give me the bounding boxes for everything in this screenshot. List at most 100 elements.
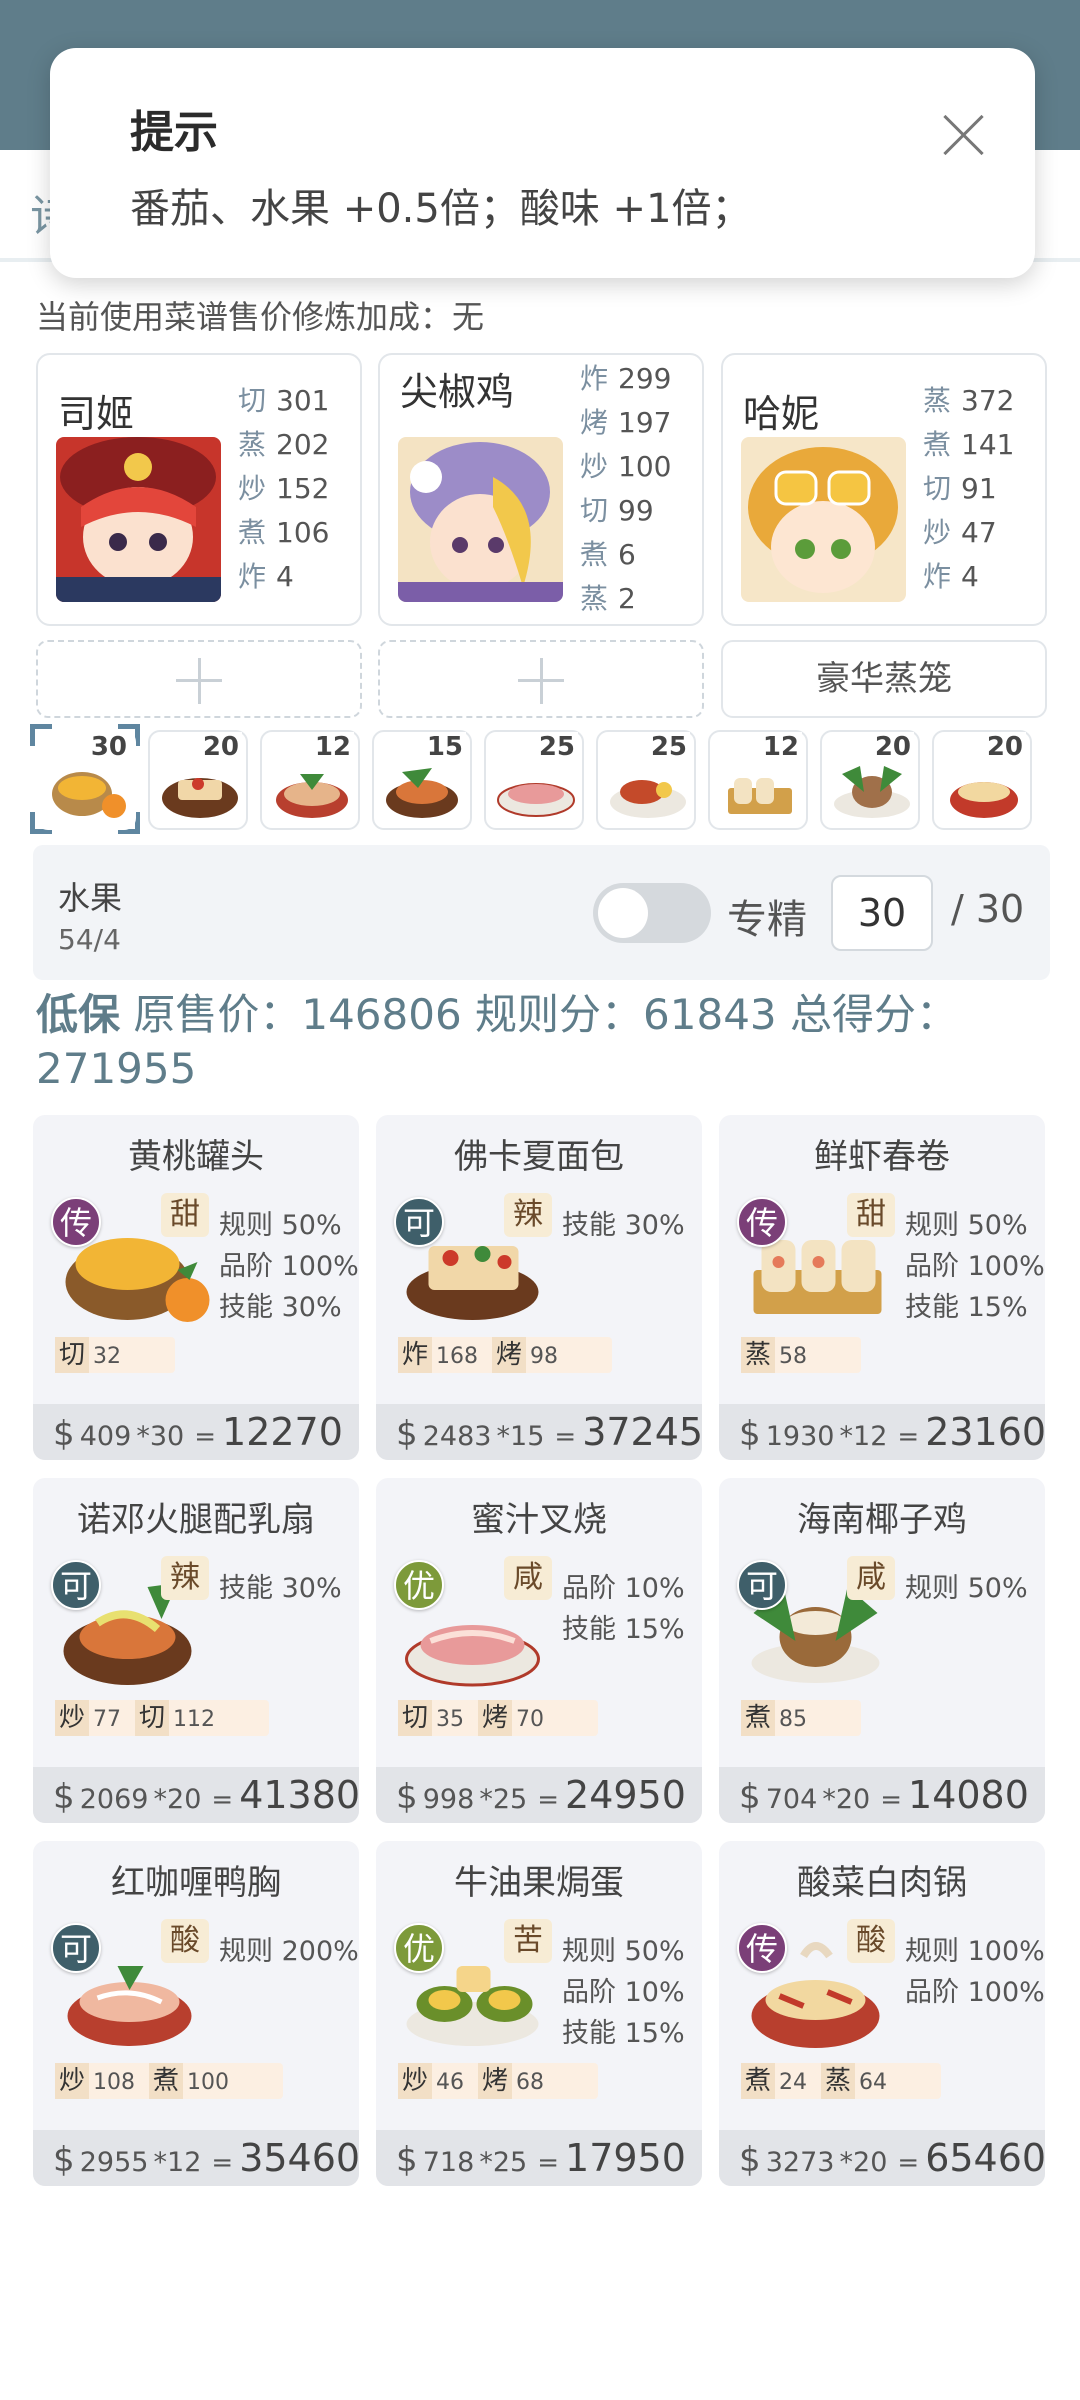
skill-key: 煮 — [580, 538, 609, 571]
equals-sign: = — [537, 2148, 560, 2178]
skill-value: 99 — [618, 494, 654, 527]
requirement: 炒 108 — [55, 2063, 135, 2101]
summary-lead: 低保 — [36, 990, 121, 1039]
requirement-value: 70 — [516, 1707, 545, 1732]
chef-card[interactable]: 尖椒鸡 炸 299 烤 197 炒 100 切 99 煮6 蒸2 — [378, 353, 704, 626]
requirement-value: 100 — [187, 2070, 230, 2095]
buff-text: 技能 30% — [219, 1292, 342, 1323]
skill-value: 6 — [618, 538, 636, 571]
buff-list: 规则 50% 品阶 10% 技能 15% — [562, 1931, 685, 2054]
dialog-message: 番茄、水果 +0.5倍；酸味 +1倍； — [130, 186, 752, 232]
summary-text: 原售价：146806 规则分：61843 总得分：271955 — [36, 990, 959, 1093]
recipe-card[interactable]: 黄桃罐头传 甜规则 50% 品阶 100% 技能 30% 切 32 $ 409 *30 = 12… — [33, 1115, 359, 1460]
dish-thumb[interactable]: 30 — [36, 730, 136, 830]
selected-dish-name: 水果 — [58, 879, 123, 917]
requirement-skill: 炸 — [398, 1337, 433, 1373]
rarity-badge: 可 — [394, 1197, 444, 1247]
dish-thumb[interactable]: 12 — [708, 730, 808, 830]
recipe-card[interactable]: 鲜虾春卷传 甜规则 50% 品阶 100% 技能 15% 蒸 58 $ 1930 *12 = 2… — [719, 1115, 1045, 1460]
equipment-button[interactable]: 豪华蒸笼 — [721, 640, 1047, 718]
buff-list: 规则 50% 品阶 100% 技能 30% — [219, 1205, 359, 1328]
skill-value: 4 — [276, 560, 294, 593]
skill-key: 煮 — [238, 516, 267, 549]
recipe-card[interactable]: 酸菜白肉锅传 酸规则 100% 品阶 100% 煮 24 蒸 64 $ 3273 *20 = 65… — [719, 1841, 1045, 2186]
buff-text: 技能 30% — [562, 1210, 685, 1241]
requirement: 烤 98 — [492, 1337, 558, 1375]
recipe-card[interactable]: 海南椰子鸡可 咸规则 50% 煮 85 $ 704 *20 = 14080 — [719, 1478, 1045, 1823]
buff-text: 规则 50% — [562, 1936, 685, 1967]
dish-thumb[interactable]: 20 — [148, 730, 248, 830]
close-icon[interactable] — [930, 102, 996, 168]
dish-thumb[interactable]: 12 — [260, 730, 360, 830]
requirement-skill: 切 — [55, 1337, 90, 1373]
requirement-value: 112 — [173, 1707, 216, 1732]
dollar-icon: $ — [396, 1414, 418, 1454]
buff-text: 品阶 10% — [562, 1573, 685, 1604]
skill-value: 299 — [618, 362, 672, 395]
dish-image — [610, 780, 686, 818]
price-multiplier: *20 — [822, 1784, 871, 1815]
recipe-card[interactable]: 诺邓火腿配乳扇可 辣技能 30% 炒 77 切 112 $ 2069 *20 = 41380 — [33, 1478, 359, 1823]
recipe-card[interactable]: 佛卡夏面包可 辣技能 30% 炸 168 烤 98 $ 2483 *15 = 37245 — [376, 1115, 702, 1460]
recipe-card[interactable]: 蜜汁叉烧优 咸品阶 10% 技能 15% 切 35 烤 70 $ 998 *25 = 24950 — [376, 1478, 702, 1823]
unit-price: 704 — [765, 1784, 818, 1815]
dish-thumb[interactable]: 15 — [372, 730, 472, 830]
price-total: 65460 — [925, 2136, 1045, 2180]
chef-name: 司姬 — [58, 392, 135, 436]
equals-sign: = — [211, 1785, 234, 1815]
dish-thumb[interactable]: 20 — [820, 730, 920, 830]
recipe-name: 海南椰子鸡 — [797, 1500, 967, 1540]
requirement: 煮 85 — [741, 1700, 807, 1738]
dish-thumb[interactable]: 20 — [932, 730, 1032, 830]
requirement-skill: 烤 — [492, 1337, 527, 1373]
equals-sign: = — [897, 2148, 920, 2178]
dollar-icon: $ — [739, 1414, 761, 1454]
plus-icon-stem — [198, 658, 201, 704]
dish-image — [52, 772, 126, 818]
requirement-skill: 蒸 — [821, 2063, 856, 2099]
price-row: $ 409 *30 = 12270 — [33, 1404, 359, 1460]
rarity-badge: 可 — [737, 1560, 787, 1610]
skill-value: 202 — [276, 428, 330, 461]
requirement-value: 32 — [93, 1344, 122, 1369]
skill-value: 372 — [961, 384, 1015, 417]
requirement: 炒 77 — [55, 1700, 121, 1738]
recipe-name: 佛卡夏面包 — [454, 1137, 624, 1177]
buff-text: 规则 50% — [905, 1573, 1028, 1604]
dollar-icon: $ — [53, 1777, 75, 1817]
quantity-input[interactable]: 30 — [831, 875, 933, 951]
price-row: $ 2955 *12 = 35460 — [33, 2130, 359, 2186]
buff-list: 规则 50% — [905, 1568, 1028, 1609]
recipe-name: 鲜虾春卷 — [814, 1137, 950, 1177]
rarity-badge: 传 — [737, 1923, 787, 1973]
recipe-card[interactable]: 牛油果焗蛋优 苦规则 50% 品阶 10% 技能 15% 炒 46 烤 68 $ 718 *25… — [376, 1841, 702, 2186]
rarity-badge: 可 — [51, 1923, 101, 1973]
unit-price: 998 — [422, 1784, 475, 1815]
price-row: $ 3273 *20 = 65460 — [719, 2130, 1045, 2186]
add-equipment-slot[interactable] — [36, 640, 362, 718]
unit-price: 2955 — [79, 2147, 149, 2178]
flavor-tag: 咸 — [847, 1556, 895, 1600]
requirement-list: 炒 46 烤 68 — [398, 2063, 599, 2099]
price-total: 35460 — [239, 2136, 359, 2180]
recipe-card[interactable]: 红咖喱鸭胸可 酸规则 200% 炒 108 煮 100 $ 2955 *12 = 35460 — [33, 1841, 359, 2186]
chef-card[interactable]: 哈妮 蒸 372 煮 141 切 91 炒 47 炸4 — [721, 353, 1047, 626]
dish-thumb[interactable]: 25 — [484, 730, 584, 830]
price-row: $ 2483 *15 = 37245 — [376, 1404, 702, 1460]
requirement-list: 炒 77 切 112 — [55, 1700, 270, 1738]
skill-key: 蒸 — [238, 428, 267, 461]
dish-thumb[interactable]: 25 — [596, 730, 696, 830]
requirement-skill: 炒 — [398, 2063, 433, 2099]
requirement-value: 35 — [436, 1707, 465, 1732]
requirement-list: 切 35 烤 70 — [398, 1700, 599, 1736]
flavor-tag: 咸 — [504, 1556, 552, 1600]
price-row: $ 1930 *12 = 23160 — [719, 1404, 1045, 1460]
buff-list: 技能 30% — [219, 1568, 342, 1609]
unit-price: 718 — [422, 2147, 475, 2178]
skill-value: 197 — [618, 406, 672, 439]
add-equipment-slot[interactable] — [378, 640, 704, 718]
chef-card[interactable]: 司姬 切 301 蒸 202 炒 152 煮 106 炸4 — [36, 353, 362, 626]
unit-price: 1930 — [765, 1421, 835, 1452]
specialize-toggle[interactable] — [593, 883, 711, 943]
price-total: 14080 — [908, 1773, 1029, 1817]
